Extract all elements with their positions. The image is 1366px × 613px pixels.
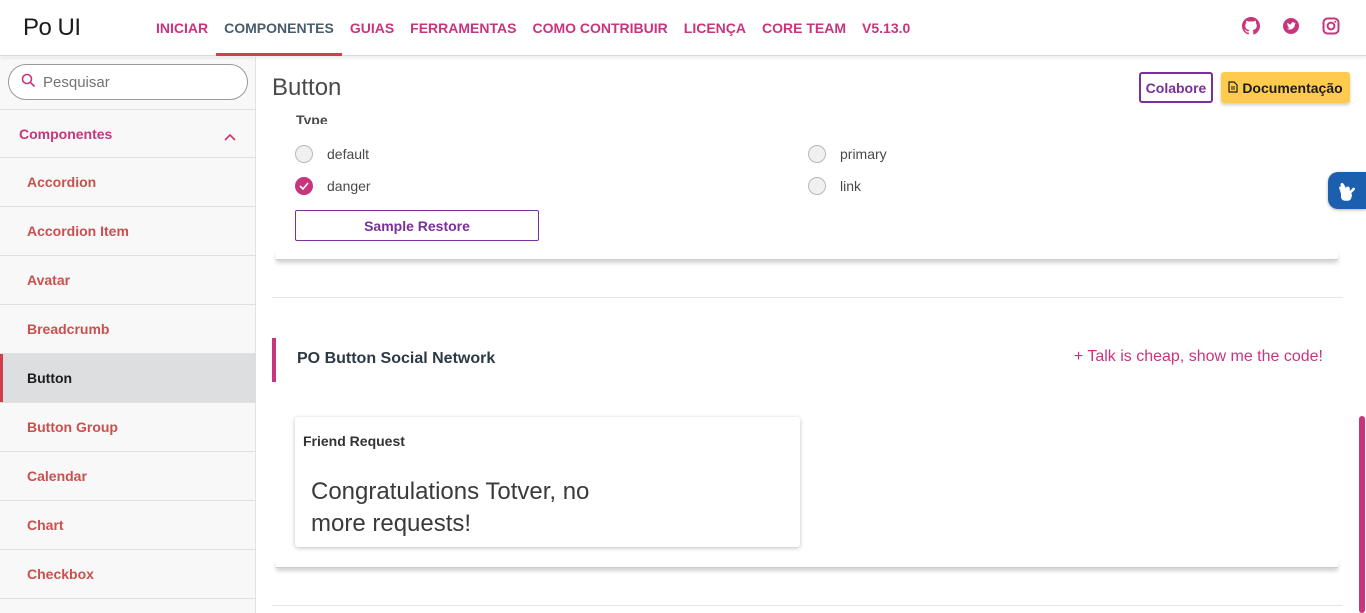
search-box — [8, 64, 248, 100]
section-divider — [272, 297, 1343, 298]
nav-version[interactable]: V5.13.0 — [854, 0, 918, 56]
nav-core-team[interactable]: CORE TEAM — [754, 0, 854, 56]
sidebar-section-componentes[interactable]: Componentes — [0, 109, 256, 158]
nav-guias[interactable]: GUIAS — [342, 0, 402, 56]
show-code-link[interactable]: + Talk is cheap, show me the code! — [1074, 348, 1323, 366]
social-links — [1242, 17, 1340, 35]
check-icon — [299, 182, 309, 190]
twitter-icon[interactable] — [1282, 17, 1300, 35]
sidebar-item-accordion[interactable]: Accordion — [0, 158, 256, 207]
friend-card-message: Congratulations Totver, no more requests… — [311, 478, 590, 537]
radio-label: danger — [327, 178, 371, 194]
section-accent-bar — [272, 338, 276, 382]
radio-label: default — [327, 146, 370, 162]
radio-circle — [295, 145, 313, 163]
section-divider — [272, 605, 1343, 606]
colabore-button[interactable]: Colabore — [1139, 72, 1213, 103]
search-icon — [21, 73, 35, 92]
radio-link[interactable]: link — [808, 177, 861, 195]
radio-circle — [808, 145, 826, 163]
nav-ferramentas[interactable]: FERRAMENTAS — [402, 0, 524, 56]
friend-card-title: Friend Request — [303, 433, 405, 449]
top-bar: Po UI INICIAR COMPONENTES GUIAS FERRAMEN… — [0, 0, 1366, 56]
sample-card-bottom — [276, 252, 1338, 260]
type-label: Type — [296, 112, 328, 124]
page-title: Button — [272, 74, 342, 101]
sidebar: Componentes Accordion Accordion Item Ava… — [0, 57, 256, 613]
nav-como-contribuir[interactable]: COMO CONTRIBUIR — [524, 0, 675, 56]
instagram-icon[interactable] — [1322, 17, 1340, 35]
document-icon — [1228, 80, 1238, 96]
radio-circle-checked — [295, 177, 313, 195]
github-icon[interactable] — [1242, 17, 1260, 35]
chevron-up-icon — [224, 128, 236, 144]
radio-primary[interactable]: primary — [808, 145, 887, 163]
main-nav: INICIAR COMPONENTES GUIAS FERRAMENTAS CO… — [148, 0, 918, 56]
sidebar-item-checkbox[interactable]: Checkbox — [0, 550, 256, 599]
section-title: PO Button Social Network — [297, 350, 496, 367]
sidebar-item-avatar[interactable]: Avatar — [0, 256, 256, 305]
radio-label: primary — [840, 146, 887, 162]
logo[interactable]: Po UI — [23, 14, 81, 42]
scrollbar-thumb[interactable] — [1359, 416, 1365, 613]
sidebar-item-button-group[interactable]: Button Group — [0, 403, 256, 452]
radio-label: link — [840, 178, 862, 194]
radio-circle — [808, 177, 826, 195]
nav-componentes[interactable]: COMPONENTES — [216, 0, 342, 56]
radio-danger[interactable]: danger — [295, 177, 371, 195]
sample-restore-button[interactable]: Sample Restore — [295, 210, 539, 241]
search-input[interactable] — [43, 73, 223, 91]
nav-iniciar[interactable]: INICIAR — [148, 0, 216, 56]
sidebar-item-chart[interactable]: Chart — [0, 501, 256, 550]
sidebar-menu: Accordion Accordion Item Avatar Breadcru… — [0, 158, 256, 599]
sidebar-item-button[interactable]: Button — [0, 354, 256, 403]
sidebar-item-calendar[interactable]: Calendar — [0, 452, 256, 501]
documentacao-label: Documentação — [1242, 79, 1343, 96]
sample-card-bottom — [276, 560, 1338, 568]
nav-licenca[interactable]: LICENÇA — [676, 0, 754, 56]
radio-default[interactable]: default — [295, 145, 369, 163]
sidebar-item-accordion-item[interactable]: Accordion Item — [0, 207, 256, 256]
accessibility-sign-language-icon[interactable] — [1328, 172, 1366, 209]
documentacao-button[interactable]: Documentação — [1221, 72, 1350, 103]
sidebar-item-breadcrumb[interactable]: Breadcrumb — [0, 305, 256, 354]
friend-request-card: Friend Request Congratulations Totver, n… — [295, 417, 800, 547]
sidebar-section-label: Componentes — [19, 125, 113, 142]
